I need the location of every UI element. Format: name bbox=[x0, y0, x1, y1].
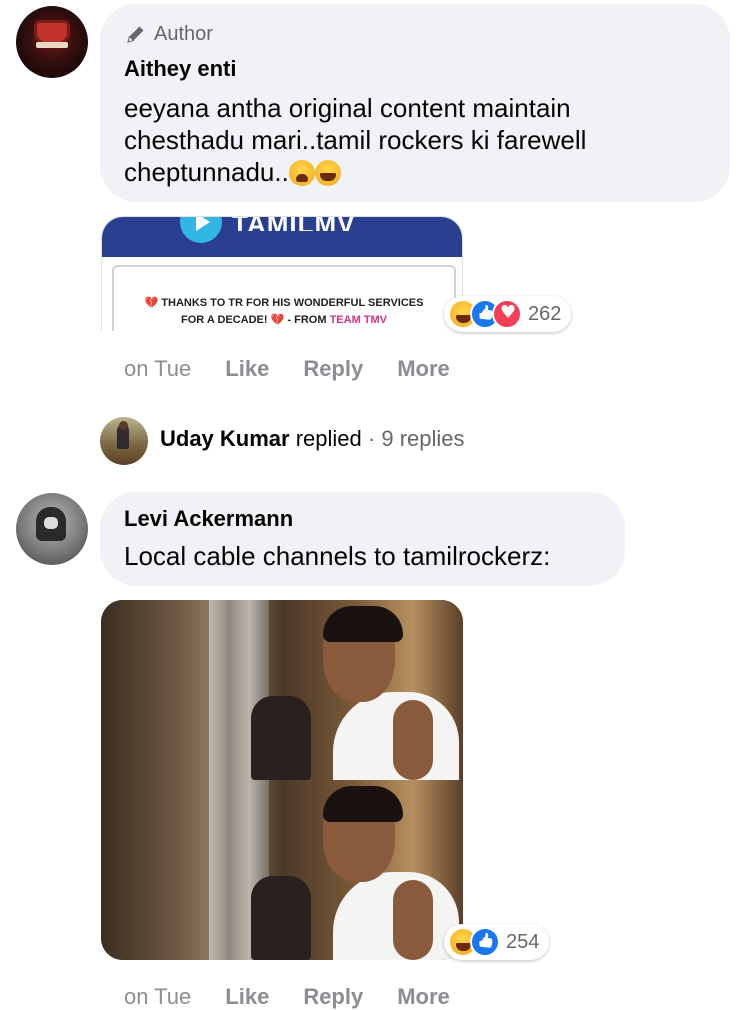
comment-line-text: cheptunnadu.. bbox=[124, 157, 289, 187]
face-shape bbox=[44, 517, 58, 529]
hair-shape bbox=[323, 786, 403, 822]
meme-frame bbox=[101, 780, 463, 960]
message-line: FOR A DECADE! 💔 - FROM TEAM TMV bbox=[114, 312, 454, 329]
pencil-icon bbox=[127, 26, 144, 43]
more-button[interactable]: More bbox=[397, 356, 450, 382]
reply-button[interactable]: Reply bbox=[303, 984, 363, 1010]
message-box: 💔 THANKS TO TR FOR HIS WONDERFUL SERVICE… bbox=[112, 265, 456, 331]
commenter-avatar[interactable] bbox=[16, 493, 88, 565]
comment-actions: on Tue Like Reply More bbox=[124, 356, 450, 382]
message-line2b: - FROM bbox=[287, 314, 327, 326]
broken-heart-icon: 💔 bbox=[144, 297, 159, 309]
comment-text: eeyana antha original content maintain c… bbox=[124, 92, 714, 188]
laughing-face-icon bbox=[314, 160, 341, 186]
meme-frame bbox=[101, 600, 463, 780]
logo-text: TAMILMV bbox=[232, 217, 356, 231]
more-button[interactable]: More bbox=[397, 984, 450, 1010]
timestamp[interactable]: on Tue bbox=[124, 356, 191, 382]
background-person bbox=[251, 876, 311, 960]
like-button[interactable]: Like bbox=[225, 984, 269, 1010]
hair-shape bbox=[323, 606, 403, 642]
comment-line: cheptunnadu.. bbox=[124, 156, 714, 188]
replied-verb: replied bbox=[295, 426, 362, 451]
commenter-name[interactable]: Levi Ackermann bbox=[124, 506, 293, 532]
reactions-summary[interactable]: 262 bbox=[444, 296, 572, 332]
attachment-image[interactable]: TAMILMV 💔 THANKS TO TR FOR HIS WONDERFUL… bbox=[101, 216, 463, 331]
attachment-image[interactable] bbox=[101, 600, 463, 960]
arm-shape bbox=[393, 700, 433, 780]
commenter-avatar[interactable] bbox=[16, 6, 88, 78]
crying-face-icon bbox=[288, 160, 315, 186]
message-line: 💔 THANKS TO TR FOR HIS WONDERFUL SERVICE… bbox=[114, 295, 454, 312]
comment-actions: on Tue Like Reply More bbox=[124, 984, 450, 1010]
reaction-count: 262 bbox=[528, 302, 562, 325]
head-shape bbox=[119, 421, 128, 430]
comment-line: chesthadu mari..tamil rockers ki farewel… bbox=[124, 125, 587, 155]
replies-count: 9 replies bbox=[381, 426, 465, 451]
replier-name: Uday Kumar bbox=[160, 426, 290, 451]
commenter-name[interactable]: Aithey enti bbox=[124, 56, 236, 82]
reactions-summary[interactable]: 254 bbox=[444, 924, 550, 960]
avatar-script bbox=[26, 56, 78, 66]
love-reaction-icon bbox=[492, 299, 522, 329]
replier-avatar[interactable] bbox=[100, 417, 148, 465]
message-line1: THANKS TO TR FOR HIS WONDERFUL SERVICES bbox=[161, 297, 424, 309]
comment-line: eeyana antha original content maintain bbox=[124, 93, 571, 123]
background-person bbox=[251, 696, 311, 780]
message-text: 💔 THANKS TO TR FOR HIS WONDERFUL SERVICE… bbox=[114, 295, 454, 329]
reaction-count: 254 bbox=[506, 930, 540, 953]
reply-button[interactable]: Reply bbox=[303, 356, 363, 382]
broken-heart-icon: 💔 bbox=[270, 314, 285, 326]
comment-text: Local cable channels to tamilrockerz: bbox=[124, 541, 551, 571]
timestamp[interactable]: on Tue bbox=[124, 984, 191, 1010]
arm-shape bbox=[393, 880, 433, 960]
author-badge: Author bbox=[124, 22, 213, 46]
banner-shape bbox=[36, 42, 68, 48]
view-replies-link[interactable]: Uday Kumar replied · 9 replies bbox=[160, 426, 465, 452]
replies-separator: · bbox=[367, 426, 376, 451]
author-badge-label: Author bbox=[154, 22, 213, 45]
like-button[interactable]: Like bbox=[225, 356, 269, 382]
message-line2a: FOR A DECADE! bbox=[180, 314, 268, 326]
like-reaction-icon bbox=[470, 927, 500, 957]
team-name: TEAM TMV bbox=[329, 314, 388, 326]
play-triangle-icon bbox=[196, 217, 210, 231]
